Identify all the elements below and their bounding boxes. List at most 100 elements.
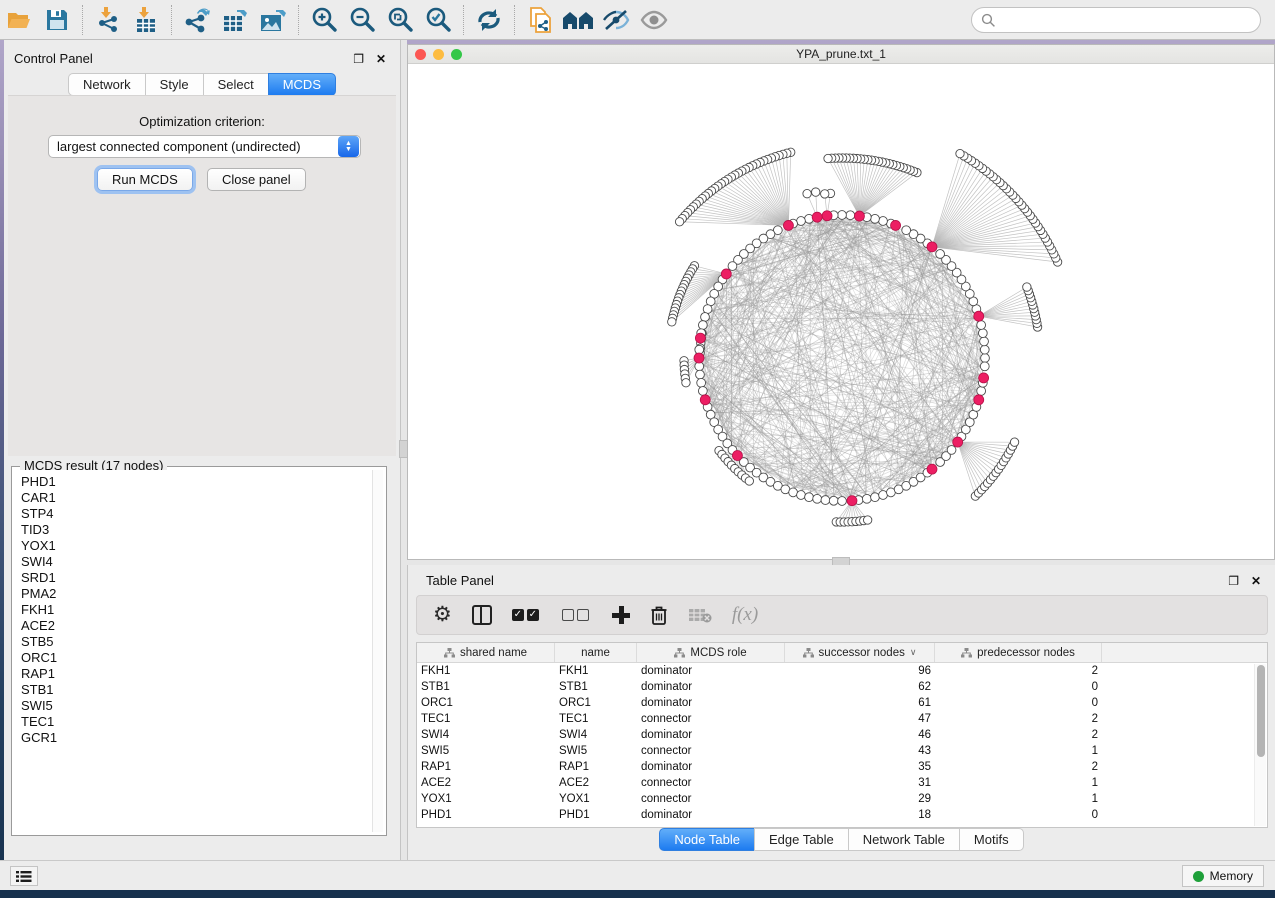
mcds-result-item[interactable]: GCR1 (21, 730, 371, 746)
table-cell: 46 (785, 729, 935, 741)
table-cell: dominator (637, 809, 785, 821)
tab-motifs[interactable]: Motifs (959, 828, 1024, 851)
zoom-fit-button[interactable] (381, 4, 419, 36)
table-settings-button[interactable]: ⚙ (433, 605, 452, 625)
mcds-result-item[interactable]: CAR1 (21, 490, 371, 506)
select-all-columns-button[interactable]: ✓✓ (512, 609, 542, 621)
control-panel-close-button[interactable]: ✕ (376, 50, 386, 68)
delete-table-button[interactable] (688, 607, 712, 623)
apply-function-button[interactable]: f(x) (732, 604, 758, 626)
delete-column-button[interactable] (650, 605, 668, 625)
tab-style[interactable]: Style (145, 73, 203, 96)
table-cell: 2 (935, 713, 1102, 725)
column-header-MCDS-role[interactable]: MCDS role (637, 643, 785, 662)
hide-selected-button[interactable] (597, 4, 635, 36)
mcds-result-item[interactable]: YOX1 (21, 538, 371, 554)
apply-layout-button[interactable] (470, 4, 508, 36)
mcds-result-item[interactable]: SRD1 (21, 570, 371, 586)
mcds-result-item[interactable]: TEC1 (21, 714, 371, 730)
table-cell: 1 (935, 777, 1102, 789)
open-file-button[interactable] (0, 4, 38, 36)
mcds-result-item[interactable]: FKH1 (21, 602, 371, 618)
table-row[interactable]: YOX1YOX1connector291 (417, 791, 1267, 807)
column-header-successor-nodes[interactable]: successor nodes∨ (785, 643, 935, 662)
table-row[interactable]: STB1STB1dominator620 (417, 679, 1267, 695)
tab-edge-table[interactable]: Edge Table (754, 828, 848, 851)
table-cell: dominator (637, 761, 785, 773)
show-hidden-button[interactable] (635, 4, 673, 36)
table-cell: 0 (935, 681, 1102, 693)
table-row[interactable]: ORC1ORC1dominator610 (417, 695, 1267, 711)
table-cell: PHD1 (417, 809, 555, 821)
control-panel-float-button[interactable]: ❐ (353, 50, 364, 68)
export-table-button[interactable] (216, 4, 254, 36)
mcds-result-item[interactable]: STP4 (21, 506, 371, 522)
mcds-result-item[interactable]: ORC1 (21, 650, 371, 666)
table-cell: 62 (785, 681, 935, 693)
save-session-button[interactable] (38, 4, 76, 36)
task-history-button[interactable] (10, 866, 38, 886)
table-cell: 18 (785, 809, 935, 821)
zoom-selected-button[interactable] (419, 4, 457, 36)
tab-select[interactable]: Select (203, 73, 268, 96)
table-cell: 2 (935, 665, 1102, 677)
first-neighbors-button[interactable] (559, 4, 597, 36)
mcds-result-item[interactable]: ACE2 (21, 618, 371, 634)
table-cell: dominator (637, 729, 785, 741)
mcds-result-list[interactable]: PHD1CAR1STP4TID3YOX1SWI4SRD1PMA2FKH1ACE2… (15, 470, 371, 832)
tab-node-table[interactable]: Node Table (659, 828, 754, 851)
import-network-button[interactable] (89, 4, 127, 36)
table-cell: ORC1 (417, 697, 555, 709)
mcds-result-item[interactable]: PHD1 (21, 474, 371, 490)
column-panel-icon (472, 605, 492, 625)
table-scrollbar[interactable] (1254, 664, 1266, 826)
mcds-list-scrollbar[interactable] (372, 470, 383, 832)
mcds-result-item[interactable]: RAP1 (21, 666, 371, 682)
mcds-result-item[interactable]: SWI5 (21, 698, 371, 714)
table-cell: ORC1 (555, 697, 637, 709)
plus-icon (612, 606, 630, 624)
mcds-result-item[interactable]: TID3 (21, 522, 371, 538)
zoom-out-button[interactable] (343, 4, 381, 36)
network-titlebar[interactable]: YPA_prune.txt_1 (408, 45, 1274, 64)
table-row[interactable]: SWI5SWI5connector431 (417, 743, 1267, 759)
search-box[interactable] (971, 7, 1261, 33)
column-header-shared-name[interactable]: shared name (417, 643, 555, 662)
column-header-name[interactable]: name (555, 643, 637, 662)
optimization-select[interactable]: largest connected component (undirected)… (48, 135, 361, 158)
deselect-all-columns-button[interactable] (562, 609, 592, 621)
add-column-button[interactable] (612, 606, 630, 624)
show-column-panel-button[interactable] (472, 605, 492, 625)
select-stepper-icon: ▲▼ (338, 136, 359, 157)
memory-button[interactable]: Memory (1182, 865, 1264, 887)
table-scrollbar-thumb[interactable] (1257, 665, 1265, 757)
column-header-predecessor-nodes[interactable]: predecessor nodes (935, 643, 1102, 662)
table-row[interactable]: TEC1TEC1connector472 (417, 711, 1267, 727)
import-network-icon (95, 6, 121, 34)
search-input[interactable] (996, 13, 1260, 27)
close-panel-button[interactable]: Close panel (207, 168, 306, 191)
network-canvas[interactable] (408, 64, 1274, 559)
table-cell: connector (637, 793, 785, 805)
mcds-result-item[interactable]: PMA2 (21, 586, 371, 602)
table-row[interactable]: SWI4SWI4dominator462 (417, 727, 1267, 743)
duplicate-network-button[interactable] (521, 4, 559, 36)
unchecked-box-icon (577, 609, 589, 621)
table-row[interactable]: RAP1RAP1dominator352 (417, 759, 1267, 775)
mcds-result-item[interactable]: STB1 (21, 682, 371, 698)
run-mcds-button[interactable]: Run MCDS (97, 168, 193, 191)
table-row[interactable]: FKH1FKH1dominator962 (417, 663, 1267, 679)
export-network-button[interactable] (178, 4, 216, 36)
zoom-in-button[interactable] (305, 4, 343, 36)
table-row[interactable]: PHD1PHD1dominator180 (417, 807, 1267, 823)
table-row[interactable]: ACE2ACE2connector311 (417, 775, 1267, 791)
mcds-result-item[interactable]: STB5 (21, 634, 371, 650)
import-table-button[interactable] (127, 4, 165, 36)
tab-network[interactable]: Network (68, 73, 145, 96)
export-image-button[interactable] (254, 4, 292, 36)
table-panel-float-button[interactable]: ❐ (1228, 572, 1239, 590)
table-panel-close-button[interactable]: ✕ (1251, 572, 1261, 590)
tab-network-table[interactable]: Network Table (848, 828, 959, 851)
mcds-result-item[interactable]: SWI4 (21, 554, 371, 570)
tab-mcds[interactable]: MCDS (268, 73, 336, 96)
